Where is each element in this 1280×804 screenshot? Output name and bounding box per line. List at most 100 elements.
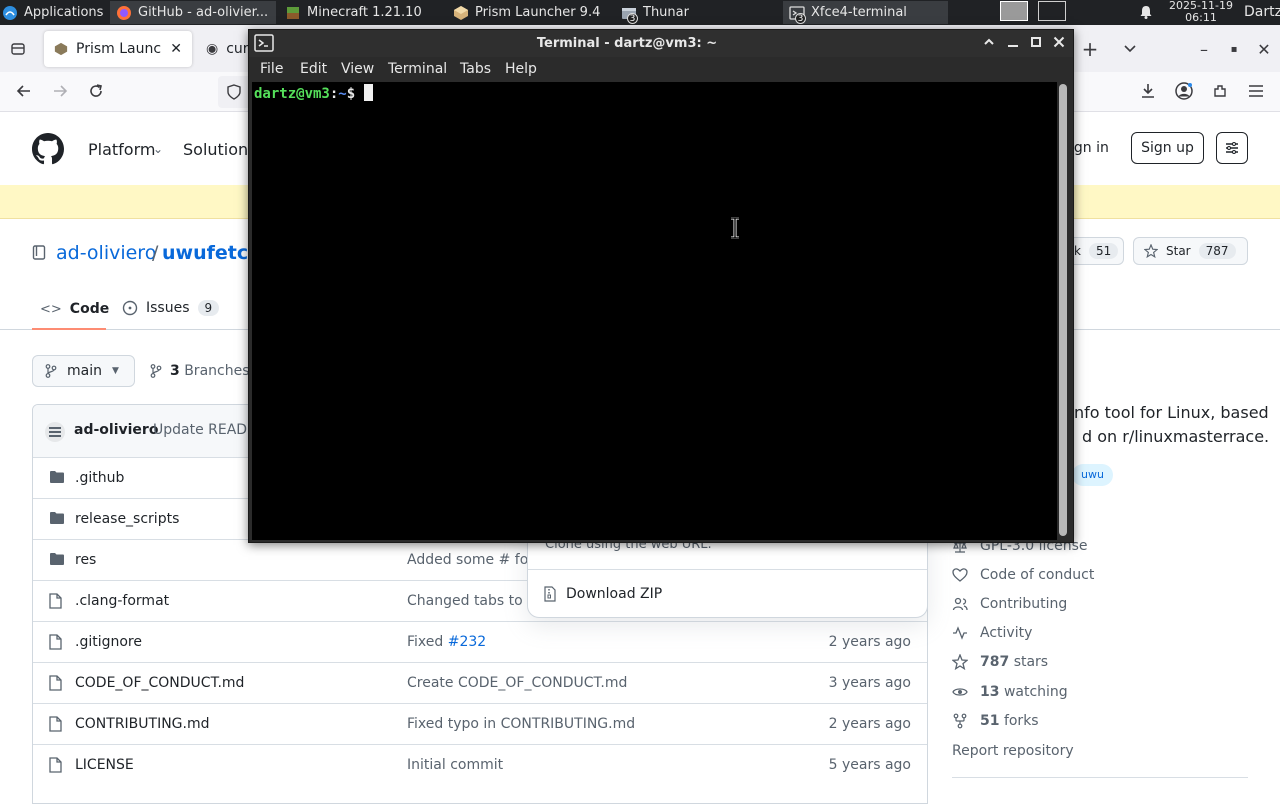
file-name-link[interactable]: CODE_OF_CONDUCT.md <box>75 675 244 691</box>
topic-tag[interactable]: uwu <box>1072 464 1113 486</box>
task-minecraft[interactable]: Minecraft 1.21.10 <box>279 1 445 24</box>
commit-author[interactable]: ad-oliviero <box>74 422 158 438</box>
code-of-conduct-link[interactable]: Code of conduct <box>952 567 1094 583</box>
people-icon <box>952 596 968 612</box>
reload-icon[interactable] <box>82 77 110 105</box>
report-repository-link[interactable]: Report repository <box>952 743 1074 759</box>
clock[interactable]: 2025-11-19 06:11 <box>1166 0 1236 24</box>
watching-link[interactable]: 13 watching <box>952 684 1068 700</box>
activity-link[interactable]: Activity <box>952 625 1032 641</box>
terminal-titlebar[interactable]: Terminal - dartz@vm3: ~ <box>249 30 1073 57</box>
minimize-window-icon[interactable] <box>1007 36 1019 48</box>
file-icon <box>49 593 62 609</box>
git-branch-icon <box>45 364 57 378</box>
avatar <box>45 422 65 442</box>
stars-label: stars <box>1013 654 1049 670</box>
branches-link[interactable]: 3 Branches <box>150 363 250 379</box>
file-name-link[interactable]: .clang-format <box>75 593 169 609</box>
terminal-output[interactable]: dartz@vm3:~$ <box>252 82 1057 540</box>
tab-favicon-icon: ◉ <box>206 41 219 57</box>
repo-separator: / <box>152 242 159 264</box>
forward-arrow-icon[interactable] <box>46 77 74 105</box>
list-tabs-chevron-icon[interactable] <box>1116 35 1144 63</box>
url-bar[interactable] <box>218 76 250 108</box>
back-arrow-icon[interactable] <box>10 77 38 105</box>
menu-help[interactable]: Help <box>505 61 537 77</box>
hamburger-menu-icon[interactable] <box>1242 77 1270 105</box>
commit-message-link[interactable]: Initial commit <box>407 757 503 773</box>
terminal-scrollbar[interactable] <box>1059 84 1067 536</box>
table-row[interactable]: CONTRIBUTING.md Fixed typo in CONTRIBUTIN… <box>33 703 927 744</box>
tab-prism-launcher[interactable]: Prism Launch ✕ <box>44 31 192 67</box>
menu-edit[interactable]: Edit <box>300 61 327 77</box>
download-zip-item[interactable]: Download ZIP <box>528 570 927 618</box>
menu-file[interactable]: File <box>260 61 283 77</box>
sign-up-button[interactable]: Sign up <box>1131 132 1204 164</box>
stars-link[interactable]: 787 stars <box>952 654 1048 670</box>
table-row[interactable]: .gitignore Fixed #232 2 years ago <box>33 621 927 662</box>
task-prism-launcher[interactable]: Prism Launcher 9.4 <box>447 1 613 24</box>
repo-owner-link[interactable]: ad-oliviero <box>56 242 156 264</box>
contributing-link[interactable]: Contributing <box>952 596 1067 612</box>
download-zip-label: Download ZIP <box>566 586 663 602</box>
notification-bell-icon[interactable] <box>1138 4 1154 20</box>
file-zip-icon <box>544 586 556 602</box>
tab-code[interactable]: <> Code <box>32 290 109 330</box>
minimize-window-icon[interactable]: – <box>1190 35 1218 63</box>
ibeam-cursor-icon <box>730 217 740 239</box>
menu-tabs[interactable]: Tabs <box>460 61 491 77</box>
sign-in-link[interactable]: ign in <box>1070 140 1109 156</box>
tab-curl[interactable]: ◉ curl <box>200 31 250 67</box>
file-name-link[interactable]: CONTRIBUTING.md <box>75 716 210 732</box>
file-name-link[interactable]: release_scripts <box>75 511 179 527</box>
firefox-view-icon[interactable] <box>4 35 32 63</box>
task-thunar[interactable]: 3 Thunar <box>615 1 780 24</box>
file-name-link[interactable]: .gitignore <box>75 634 142 650</box>
github-logo-icon[interactable] <box>32 133 64 165</box>
issue-link[interactable]: #232 <box>448 634 486 650</box>
commit-message-link[interactable]: Create CODE_OF_CONDUCT.md <box>407 675 627 691</box>
commit-message-text: Fixed typo in CONTRIBUTING.md <box>407 716 636 732</box>
task-firefox[interactable]: GitHub - ad-olivier... <box>110 1 276 24</box>
commit-message[interactable]: Update READM <box>153 422 259 438</box>
maximize-window-icon[interactable] <box>1030 36 1042 48</box>
table-row[interactable]: LICENSE Initial commit 5 years ago <box>33 744 927 785</box>
menu-terminal[interactable]: Terminal <box>388 61 447 77</box>
shade-window-icon[interactable] <box>983 36 995 48</box>
downloads-icon[interactable] <box>1134 77 1162 105</box>
shield-icon[interactable] <box>220 78 248 106</box>
close-window-icon[interactable] <box>1053 36 1065 48</box>
forks-link[interactable]: 51 forks <box>952 713 1039 729</box>
caret-down-icon: ▼ <box>111 366 119 376</box>
about-description-line1: nfo tool for Linux, based <box>1074 403 1269 422</box>
workspace-1[interactable] <box>1000 1 1028 21</box>
file-name-link[interactable]: res <box>75 552 96 568</box>
appearance-settings-icon[interactable] <box>1216 132 1248 164</box>
workspace-2[interactable] <box>1038 1 1066 21</box>
tab-issues[interactable]: Issues 9 <box>122 290 226 326</box>
commit-message-text: Initial commit <box>407 757 504 773</box>
table-row[interactable]: CODE_OF_CONDUCT.md Create CODE_OF_CONDUCT… <box>33 662 927 703</box>
nav-solutions[interactable]: Solutions <box>183 140 257 159</box>
star-button[interactable]: Star 787 <box>1133 237 1248 265</box>
close-tab-icon[interactable]: ✕ <box>170 41 182 57</box>
account-icon[interactable] <box>1170 77 1198 105</box>
task-xfce4-terminal[interactable]: 3 Xfce4-terminal <box>783 1 948 24</box>
user-name[interactable]: Dartz <box>1244 4 1280 20</box>
commit-message-link[interactable]: Fixed typo in CONTRIBUTING.md <box>407 716 635 732</box>
file-name-link[interactable]: .github <box>75 470 124 486</box>
maximize-window-icon[interactable]: ▪ <box>1220 35 1248 63</box>
new-tab-button[interactable]: + <box>1076 35 1104 63</box>
extensions-icon[interactable] <box>1206 77 1234 105</box>
commit-message-link[interactable]: Fixed #232 <box>407 634 486 650</box>
close-window-icon[interactable]: ✕ <box>1250 35 1278 63</box>
applications-menu[interactable]: Applications ≡ <box>0 1 108 24</box>
commit-message-link[interactable]: Changed tabs to sp <box>407 593 543 609</box>
chevron-down-icon: ⌄ <box>153 142 164 156</box>
branch-select-button[interactable]: main ▼ <box>32 355 135 387</box>
menu-view[interactable]: View <box>341 61 374 77</box>
code-of-conduct-label: Code of conduct <box>980 567 1095 583</box>
repo-name-link[interactable]: uwufetch <box>162 242 262 264</box>
nav-platform[interactable]: Platform <box>88 140 155 159</box>
file-name-link[interactable]: LICENSE <box>75 757 134 773</box>
